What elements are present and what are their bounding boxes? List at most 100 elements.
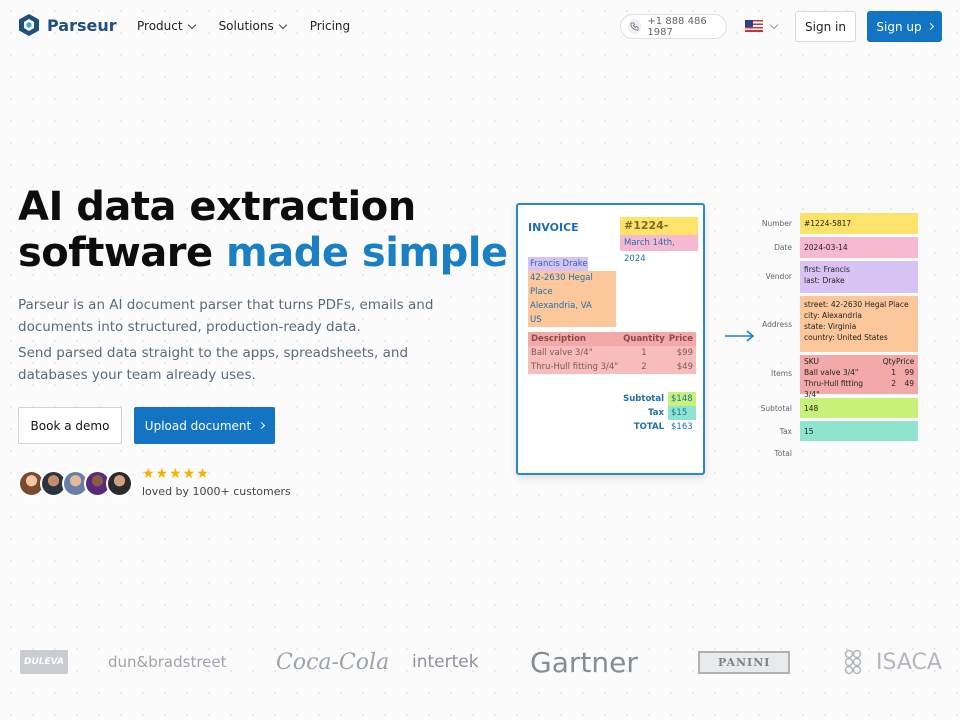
social-proof-text: loved by 1000+ customers: [142, 485, 291, 498]
menu-solutions-label: Solutions: [218, 19, 274, 33]
field-value: 15: [800, 421, 918, 441]
avatar: [106, 470, 133, 497]
logo-intertek: intertek: [412, 652, 479, 672]
invoice-address-line: 42-2630 Hegal Place: [528, 271, 616, 299]
menu-product[interactable]: Product: [137, 19, 196, 33]
brand-logo[interactable]: Parseur: [18, 13, 117, 37]
cell: 1: [891, 368, 896, 377]
field-value: street: 42-2630 Hegal Place city: Alexan…: [800, 296, 918, 352]
cell: Ball valve 3/4": [804, 368, 859, 377]
table-row: Ball valve 3/4" 1 $99: [528, 346, 696, 360]
hero-title: AI data extraction software made simple: [18, 184, 508, 276]
sign-up-label: Sign up: [876, 19, 922, 34]
logo-coca-cola: Coca-Cola: [276, 649, 390, 675]
logo-text: DULEVA: [20, 650, 68, 674]
tax-row: Tax $15: [528, 406, 696, 420]
vendor-last: last: Drake: [804, 276, 845, 285]
field-label: Tax: [779, 427, 792, 436]
invoice-name: Francis Drake: [528, 257, 588, 271]
cell: Thru-Hull fitting 3/4": [804, 379, 864, 399]
phone-icon: [628, 19, 642, 34]
menu-product-label: Product: [137, 19, 183, 33]
us-flag-icon: [745, 20, 763, 32]
field-label: Vendor: [765, 272, 792, 281]
invoice-title: INVOICE: [528, 221, 579, 234]
cell: 99: [904, 368, 914, 377]
logo-gartner: Gartner: [530, 645, 638, 679]
hero-description: Parseur is an AI document parser that tu…: [18, 297, 434, 335]
hero-title-line2: software made simple: [18, 230, 508, 276]
subtotal-row: Subtotal $148: [528, 392, 696, 406]
chevron-right-icon: [258, 421, 266, 430]
items-price: Price: [896, 357, 915, 366]
menu-pricing[interactable]: Pricing: [310, 19, 350, 33]
customer-avatars: [18, 470, 133, 497]
address-street: street: 42-2630 Hegal Place: [804, 300, 909, 309]
logo-dun-bradstreet: dun&bradstreet: [108, 653, 227, 671]
rating-stars-icon: ★★★★★: [142, 466, 210, 482]
field-address: Address street: 42-2630 Hegal Place city…: [740, 296, 918, 352]
field-label: Date: [774, 243, 792, 252]
field-tax: Tax 15: [740, 421, 918, 441]
total-row: TOTAL $163: [528, 420, 696, 434]
field-label: Subtotal: [760, 404, 792, 413]
invoice-address: Francis Drake 42-2630 Hegal Place Alexan…: [528, 257, 616, 327]
upload-document-button[interactable]: Upload document: [134, 407, 275, 444]
menu-solutions[interactable]: Solutions: [218, 19, 287, 33]
invoice-address-line: Alexandria, VA: [528, 299, 616, 313]
logo-duleva: DULEVA: [20, 640, 68, 684]
hero-title-line1: AI data extraction: [18, 184, 416, 230]
field-date: Date 2024-03-14: [740, 237, 918, 258]
brand-name: Parseur: [47, 15, 117, 35]
sign-in-button[interactable]: Sign in: [795, 11, 856, 42]
language-selector[interactable]: [745, 20, 779, 32]
field-value: 148: [800, 398, 918, 418]
chevron-down-icon: [769, 20, 779, 29]
items-sku: SKU: [804, 357, 819, 366]
table-row: Thru-Hull fitting 3/4" 2 $49: [528, 360, 696, 374]
invoice-date: March 14th, 2024: [620, 235, 698, 264]
items-row: Ball valve 3/4" 1 99: [804, 367, 914, 378]
logo-panini: PANINI: [698, 640, 791, 684]
phone-button[interactable]: +1 888 486 1987: [620, 14, 727, 39]
field-value: SKU Qty Price Ball valve 3/4" 1 99 Thru-…: [800, 355, 918, 399]
hero-description-2: Send parsed data straight to the apps, s…: [18, 345, 409, 383]
field-value: #1224-5817: [800, 213, 918, 234]
menu-pricing-label: Pricing: [309, 19, 351, 33]
items-qty: Qty: [882, 357, 896, 366]
logo-isaca: ISACA: [844, 640, 942, 684]
book-demo-button[interactable]: Book a demo: [18, 407, 122, 444]
invoice-number: #1224-5817: [620, 217, 698, 250]
phone-number: +1 888 486 1987: [647, 15, 707, 38]
field-number: Number #1224-5817: [740, 213, 918, 234]
hero-title-plain: software: [18, 230, 227, 276]
field-vendor: Vendor first: Francis last: Drake: [740, 261, 918, 293]
vendor-first: first: Francis: [804, 265, 850, 274]
items-row: Thru-Hull fitting 3/4" 2 49: [804, 378, 914, 400]
chevron-right-icon: [926, 22, 934, 31]
col-quantity: Quantity: [623, 334, 665, 344]
subtotal-label: Subtotal: [623, 394, 664, 404]
top-nav: Parseur Product Solutions Pricing +1 888…: [0, 0, 960, 54]
address-state: state: Virginia: [804, 322, 857, 331]
tax-value: $15: [668, 406, 696, 420]
invoice-totals: Subtotal $148 Tax $15 TOTAL $163: [528, 392, 696, 434]
address-city: city: Alexandria: [804, 311, 862, 320]
isaca-mark-icon: [844, 649, 862, 675]
field-value: 2024-03-14: [800, 237, 918, 258]
total-value: $163: [671, 422, 693, 432]
cell: $99: [676, 348, 693, 358]
sign-up-button[interactable]: Sign up: [867, 11, 942, 42]
invoice-address-line: US: [528, 313, 616, 327]
cell: Thru-Hull fitting 3/4": [531, 362, 619, 372]
cell: $49: [676, 362, 693, 372]
col-description: Description: [531, 334, 586, 344]
tax-label: Tax: [648, 408, 664, 418]
total-label: TOTAL: [633, 422, 664, 432]
cell: 1: [641, 348, 647, 358]
hero-title-accent: made simple: [226, 230, 508, 276]
upload-document-label: Upload document: [144, 418, 252, 433]
field-items: Items SKU Qty Price Ball valve 3/4" 1 99…: [740, 355, 918, 399]
chevron-down-icon: [187, 20, 196, 29]
field-label: Items: [771, 369, 792, 378]
